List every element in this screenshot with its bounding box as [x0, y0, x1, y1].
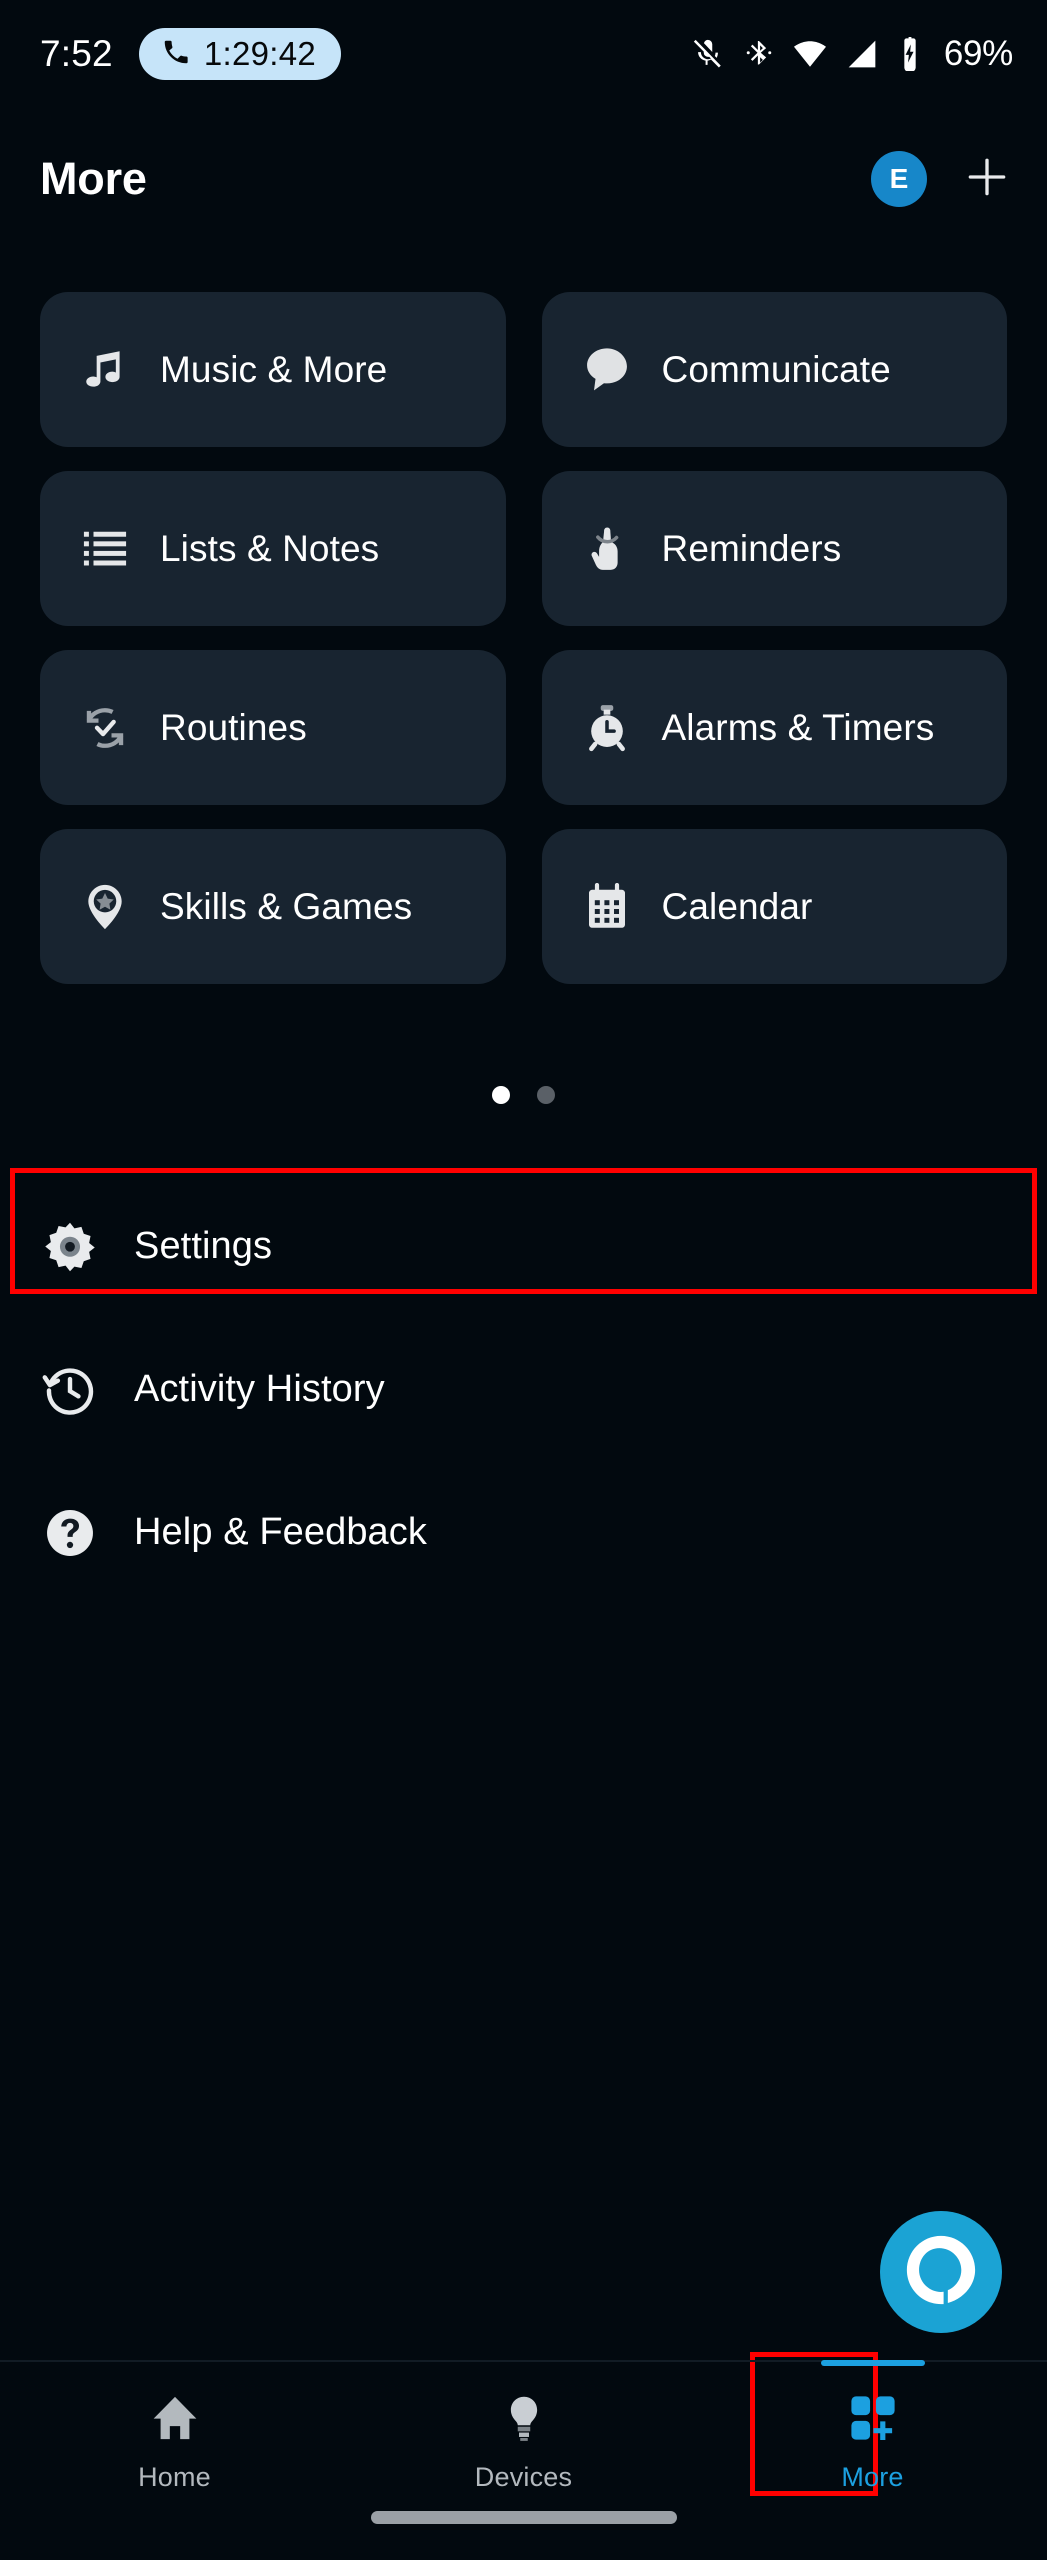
battery-charging-icon — [897, 37, 923, 71]
grid-card-reminders[interactable]: Reminders — [541, 471, 1007, 626]
battery-percent-label: 69% — [943, 34, 1013, 73]
phone-icon — [161, 37, 191, 72]
menu-row-label: Help & Feedback — [134, 1511, 427, 1553]
plus-icon — [962, 152, 1012, 207]
menu-row-label: Activity History — [134, 1368, 385, 1410]
help-and-feedback-row[interactable]: Help & Feedback — [0, 1461, 1047, 1604]
grid-card-communicate[interactable]: Communicate — [541, 292, 1007, 447]
refresh-check-icon — [76, 699, 134, 757]
carousel-pagination — [0, 1086, 1047, 1104]
add-button[interactable] — [957, 149, 1017, 209]
call-timer: 1:29:42 — [203, 35, 317, 72]
list-icon — [76, 520, 134, 578]
grid-card-label: Alarms & Timers — [661, 706, 935, 748]
status-clock: 7:52 — [40, 33, 113, 74]
grid-card-alarms-and-timers[interactable]: Alarms & Timers — [541, 650, 1007, 805]
status-bar: 7:52 1:29:42 69% — [0, 0, 1047, 108]
nav-tab-more[interactable]: More — [698, 2360, 1047, 2512]
bulb-icon — [493, 2387, 555, 2449]
grid-card-label: Reminders — [661, 527, 842, 569]
grid-card-label: Music & More — [160, 348, 388, 390]
alexa-button[interactable] — [880, 2211, 1002, 2333]
nav-tab-home[interactable]: Home — [0, 2362, 349, 2512]
speech-bubble-icon — [578, 341, 636, 399]
gesture-handle[interactable] — [370, 2511, 677, 2524]
gear-icon — [40, 1217, 100, 1277]
settings-row[interactable]: Settings — [0, 1175, 1047, 1318]
avatar[interactable]: E — [871, 151, 927, 207]
avatar-initial: E — [889, 163, 909, 194]
grid-card-label: Communicate — [661, 348, 891, 390]
app-screen: 7:52 1:29:42 69% More E Music & More Com… — [0, 0, 1047, 2560]
bluetooth-icon — [744, 39, 774, 69]
nav-tab-devices[interactable]: Devices — [349, 2362, 698, 2512]
alarm-clock-icon — [578, 699, 636, 757]
ongoing-call-chip[interactable]: 1:29:42 — [138, 28, 342, 80]
clock-rewind-icon — [40, 1360, 100, 1420]
bottom-nav-items: Home Devices More — [0, 2360, 1047, 2512]
bottom-navigation: Home Devices More — [0, 2360, 1047, 2560]
nav-tab-label: More — [841, 2462, 904, 2492]
status-icons: 69% — [691, 34, 1013, 74]
grid-card-label: Routines — [160, 706, 307, 748]
grid-card-calendar[interactable]: Calendar — [541, 829, 1007, 984]
page-header: More E — [0, 125, 1047, 233]
grid-card-lists-and-notes[interactable]: Lists & Notes — [40, 471, 506, 626]
activity-history-row[interactable]: Activity History — [0, 1318, 1047, 1461]
active-tab-indicator — [820, 2360, 925, 2366]
page-title: More — [40, 153, 147, 204]
grid-card-label: Calendar — [661, 885, 813, 927]
feature-grid: Music & More Communicate Lists & Notes R… — [40, 292, 1007, 984]
grid-card-skills-and-games[interactable]: Skills & Games — [40, 829, 506, 984]
menu-list: Settings Activity History Help & Feedbac… — [0, 1175, 1047, 1604]
nav-tab-label: Devices — [474, 2462, 573, 2492]
alexa-icon — [902, 2231, 980, 2314]
grid-card-label: Skills & Games — [160, 885, 413, 927]
grid-card-music-and-more[interactable]: Music & More — [40, 292, 506, 447]
menu-row-label: Settings — [134, 1225, 273, 1267]
grid-card-routines[interactable]: Routines — [40, 650, 506, 805]
header-actions: E — [871, 149, 1017, 209]
question-mark-circle-icon — [40, 1503, 100, 1563]
pagination-dot-2[interactable] — [537, 1086, 555, 1104]
nav-tab-label: Home — [138, 2462, 211, 2492]
home-icon — [144, 2387, 206, 2449]
music-note-icon — [76, 341, 134, 399]
calendar-icon — [578, 878, 636, 936]
star-pin-icon — [76, 878, 134, 936]
microphone-muted-icon — [691, 37, 725, 71]
pagination-dot-1[interactable] — [492, 1086, 510, 1104]
finger-string-icon — [578, 520, 636, 578]
grid-card-label: Lists & Notes — [160, 527, 380, 569]
grid-plus-icon — [842, 2387, 904, 2449]
cellular-signal-icon — [846, 38, 878, 70]
wifi-icon — [793, 37, 827, 71]
